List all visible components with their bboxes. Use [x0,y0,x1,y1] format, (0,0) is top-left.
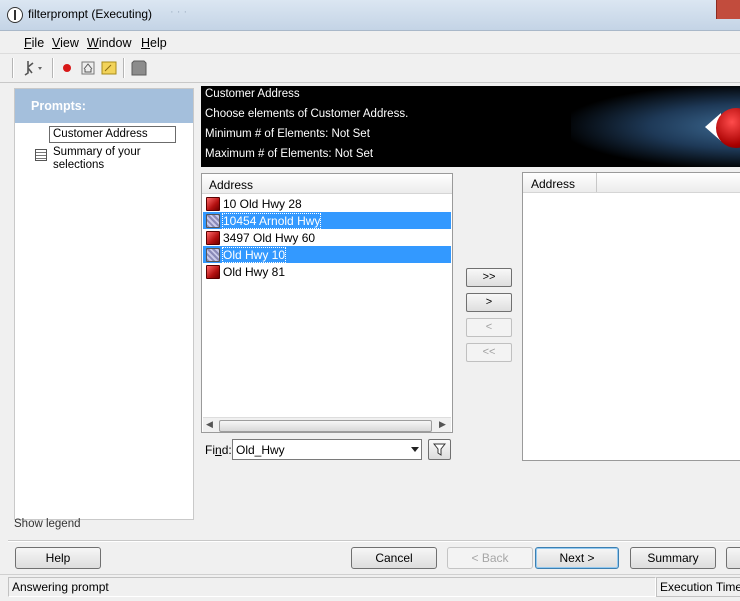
menu-file[interactable]: File [24,36,44,50]
title-bar: filterprompt (Executing) · · · [0,0,740,31]
toolbar-separator [52,58,54,78]
back-button[interactable]: < Back [447,547,533,569]
stop-icon[interactable] [131,60,147,76]
prompts-header: Prompts: [15,89,193,123]
menu-window[interactable]: Window [87,36,131,50]
red-cube-icon [206,231,220,245]
funnel-icon [433,443,446,456]
home-icon[interactable] [80,60,96,76]
prompt-item-customer-address[interactable]: Customer Address [49,126,176,143]
status-bar: Answering prompt Execution Time [0,574,740,601]
finish-button-partial[interactable] [726,547,740,569]
toolbar-separator [12,58,14,78]
list-item[interactable]: 10454 Arnold Hwy [203,212,451,229]
list-item[interactable]: Old Hwy 81 [203,263,451,280]
list-item[interactable]: 10 Old Hwy 28 [203,195,451,212]
help-button[interactable]: Help [15,547,101,569]
note-icon[interactable] [101,60,117,76]
find-label: Find: [205,443,232,457]
banner-maximum: Maximum # of Elements: Not Set [205,148,374,160]
prompt-banner: Customer Address Choose elements of Cust… [201,86,740,167]
selected-list[interactable]: Address [522,172,740,461]
red-cube-icon [206,197,220,211]
selected-column-header[interactable]: Address [523,173,740,193]
list-item[interactable]: 3497 Old Hwy 60 [203,229,451,246]
window-title: filterprompt (Executing) [28,7,153,21]
app-icon[interactable] [7,7,23,23]
find-combobox[interactable]: Old_Hwy [232,439,422,460]
status-message: Answering prompt [8,577,656,597]
prompt-item-summary[interactable]: Summary of your selections [53,146,183,172]
background-window-text: · · · [170,6,188,18]
banner-minimum: Minimum # of Elements: Not Set [205,128,370,140]
toolbar [0,54,740,83]
horizontal-scrollbar[interactable]: ◀ ▶ [203,417,451,432]
summary-button[interactable]: Summary [630,547,716,569]
summary-icon [35,149,47,161]
prompts-panel: Prompts: Customer Address Summary of you… [14,88,194,520]
chevron-down-icon[interactable] [411,447,419,452]
cancel-button[interactable]: Cancel [351,547,437,569]
add-button[interactable]: > [466,293,512,312]
add-all-button[interactable]: >> [466,268,512,287]
available-column-header[interactable]: Address [202,174,452,194]
pointer-icon[interactable] [22,60,42,76]
remove-button[interactable]: < [466,318,512,337]
scrollbar-thumb[interactable] [219,420,432,432]
status-execution-time: Execution Time [656,577,740,597]
list-item[interactable]: Old Hwy 10 [203,246,451,263]
menu-view[interactable]: View [52,36,79,50]
divider [8,540,740,542]
filter-button[interactable] [428,439,451,460]
next-button[interactable]: Next > [535,547,619,569]
menu-bar: File View Window Help [0,31,740,54]
red-cube-icon [206,265,220,279]
close-button[interactable] [716,0,740,19]
scroll-right-icon[interactable]: ▶ [439,419,446,430]
column-divider[interactable] [596,173,597,192]
grey-cube-icon [206,248,220,262]
banner-title: Customer Address [205,88,300,100]
banner-instruction: Choose elements of Customer Address. [205,108,409,120]
toolbar-separator [123,58,125,78]
remove-all-button[interactable]: << [466,343,512,362]
record-icon[interactable] [60,60,76,76]
menu-help[interactable]: Help [141,36,167,50]
grey-cube-icon [206,214,220,228]
available-list[interactable]: Address 10 Old Hwy 28 10454 Arnold Hwy 3… [201,173,453,433]
scroll-left-icon[interactable]: ◀ [206,419,213,430]
show-legend-link[interactable]: Show legend [14,518,81,530]
